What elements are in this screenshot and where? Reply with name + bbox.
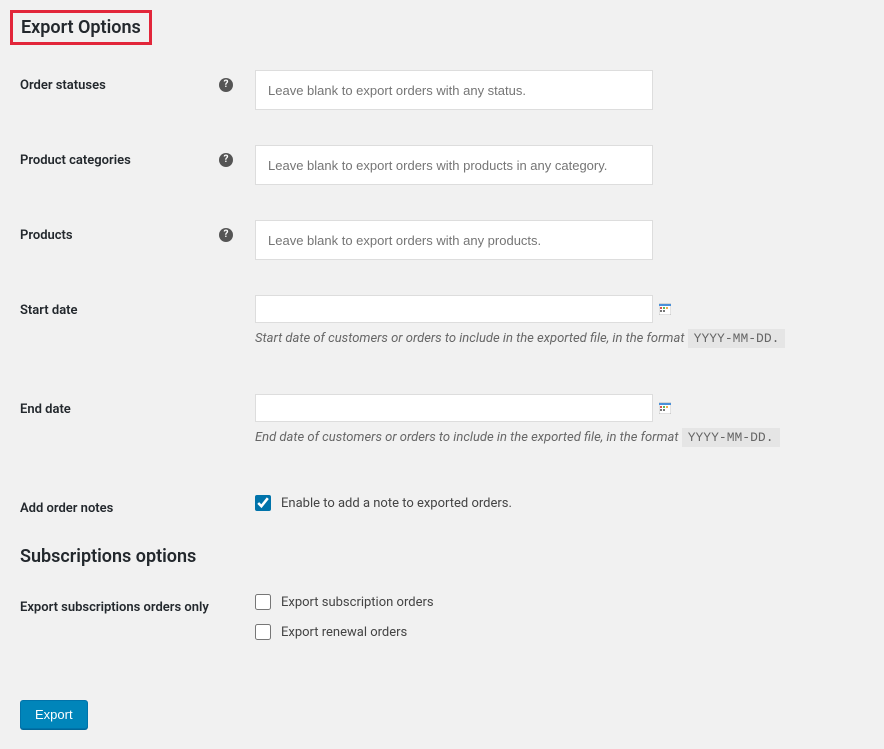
calendar-icon[interactable] (659, 303, 671, 315)
help-icon[interactable]: ? (219, 153, 233, 167)
label-export-subscriptions: Export subscriptions orders only (20, 592, 255, 615)
row-export-subscriptions: Export subscriptions orders only Export … (0, 592, 864, 640)
date-format-code: YYYY-MM-DD. (682, 428, 780, 447)
label-product-categories: Product categories ? (20, 145, 255, 168)
calendar-icon[interactable] (659, 402, 671, 414)
row-product-categories: Product categories ? (0, 145, 864, 185)
order-statuses-input[interactable] (255, 70, 653, 110)
section-title: Export Options (10, 10, 152, 45)
export-renewal-orders-label: Export renewal orders (281, 625, 407, 640)
export-subscription-orders-label: Export subscription orders (281, 595, 434, 610)
label-add-order-notes: Add order notes (20, 493, 255, 516)
add-order-notes-checkbox-label: Enable to add a note to exported orders. (281, 496, 512, 511)
products-input[interactable] (255, 220, 653, 260)
label-end-date: End date (20, 394, 255, 417)
add-order-notes-checkbox[interactable] (255, 495, 271, 511)
help-icon[interactable]: ? (219, 78, 233, 92)
export-subscription-orders-checkbox[interactable] (255, 594, 271, 610)
date-format-code: YYYY-MM-DD. (688, 329, 786, 348)
label-products: Products ? (20, 220, 255, 243)
product-categories-input[interactable] (255, 145, 653, 185)
help-icon[interactable]: ? (219, 228, 233, 242)
row-products: Products ? (0, 220, 864, 260)
export-button[interactable]: Export (20, 700, 88, 729)
row-order-statuses: Order statuses ? (0, 70, 864, 110)
end-date-description: End date of customers or orders to inclu… (255, 430, 864, 445)
end-date-input[interactable] (255, 394, 653, 422)
export-renewal-orders-checkbox[interactable] (255, 624, 271, 640)
label-order-statuses: Order statuses ? (20, 70, 255, 93)
row-add-order-notes: Add order notes Enable to add a note to … (0, 493, 864, 516)
row-end-date: End date End date of (0, 394, 864, 445)
label-start-date: Start date (20, 295, 255, 318)
row-start-date: Start date Start date (0, 295, 864, 346)
start-date-description: Start date of customers or orders to inc… (255, 331, 864, 346)
start-date-input[interactable] (255, 295, 653, 323)
subscriptions-section-title: Subscriptions options (20, 546, 864, 567)
